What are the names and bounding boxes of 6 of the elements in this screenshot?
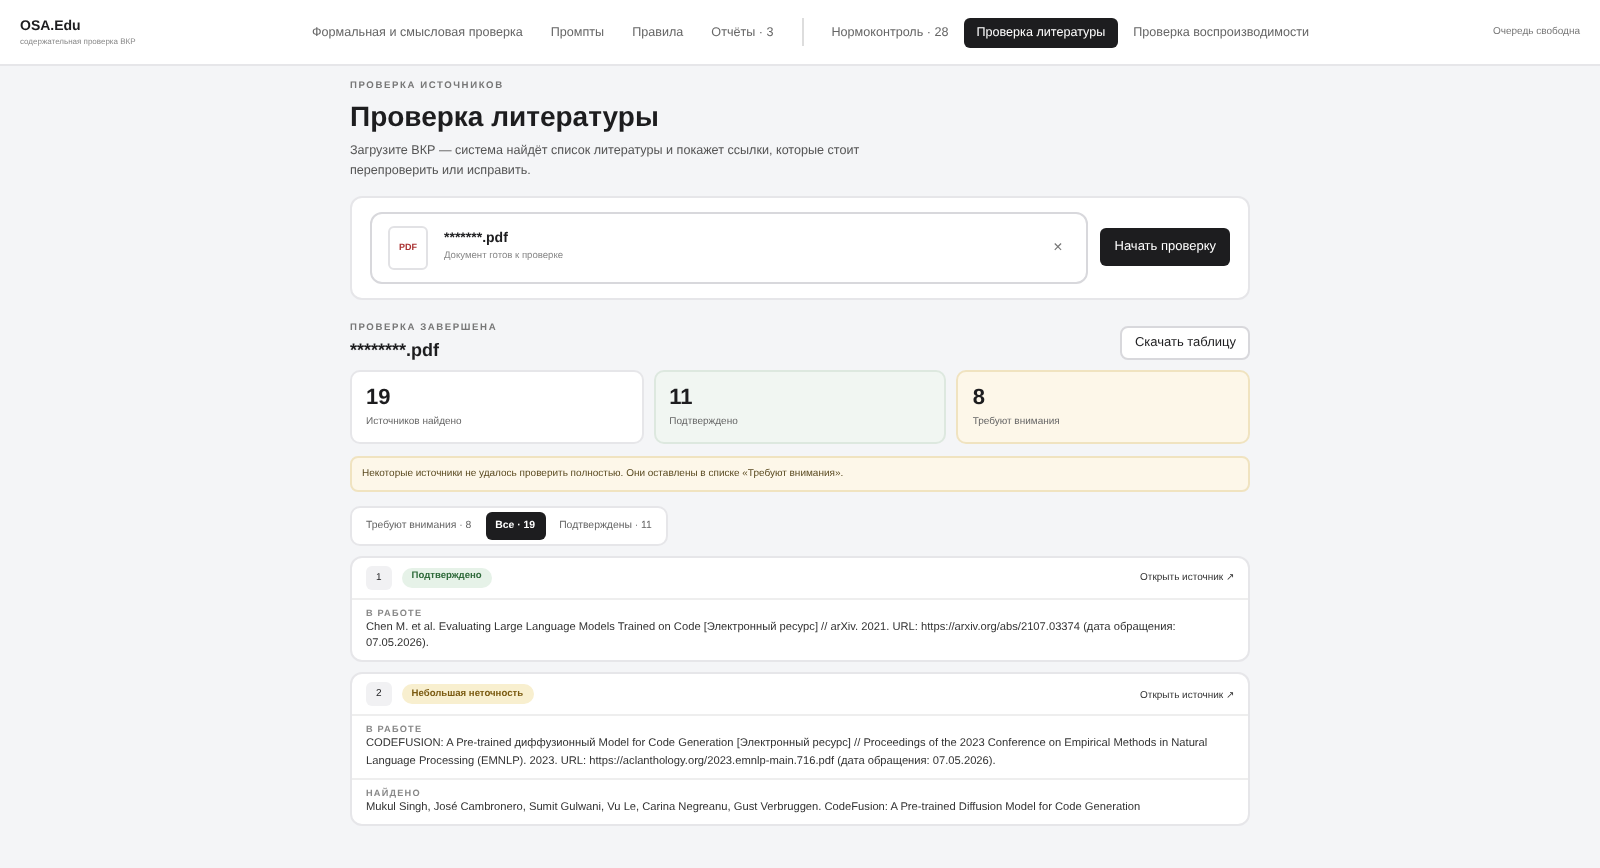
remove-file-button[interactable]: × [1045, 238, 1071, 256]
stat-value: 8 [972, 385, 987, 409]
page-title: Проверка литературы [350, 100, 661, 132]
stat-value: 11 [669, 385, 695, 409]
result-file-name: ********.pdf [350, 339, 442, 359]
stat-value: 19 [366, 385, 393, 409]
